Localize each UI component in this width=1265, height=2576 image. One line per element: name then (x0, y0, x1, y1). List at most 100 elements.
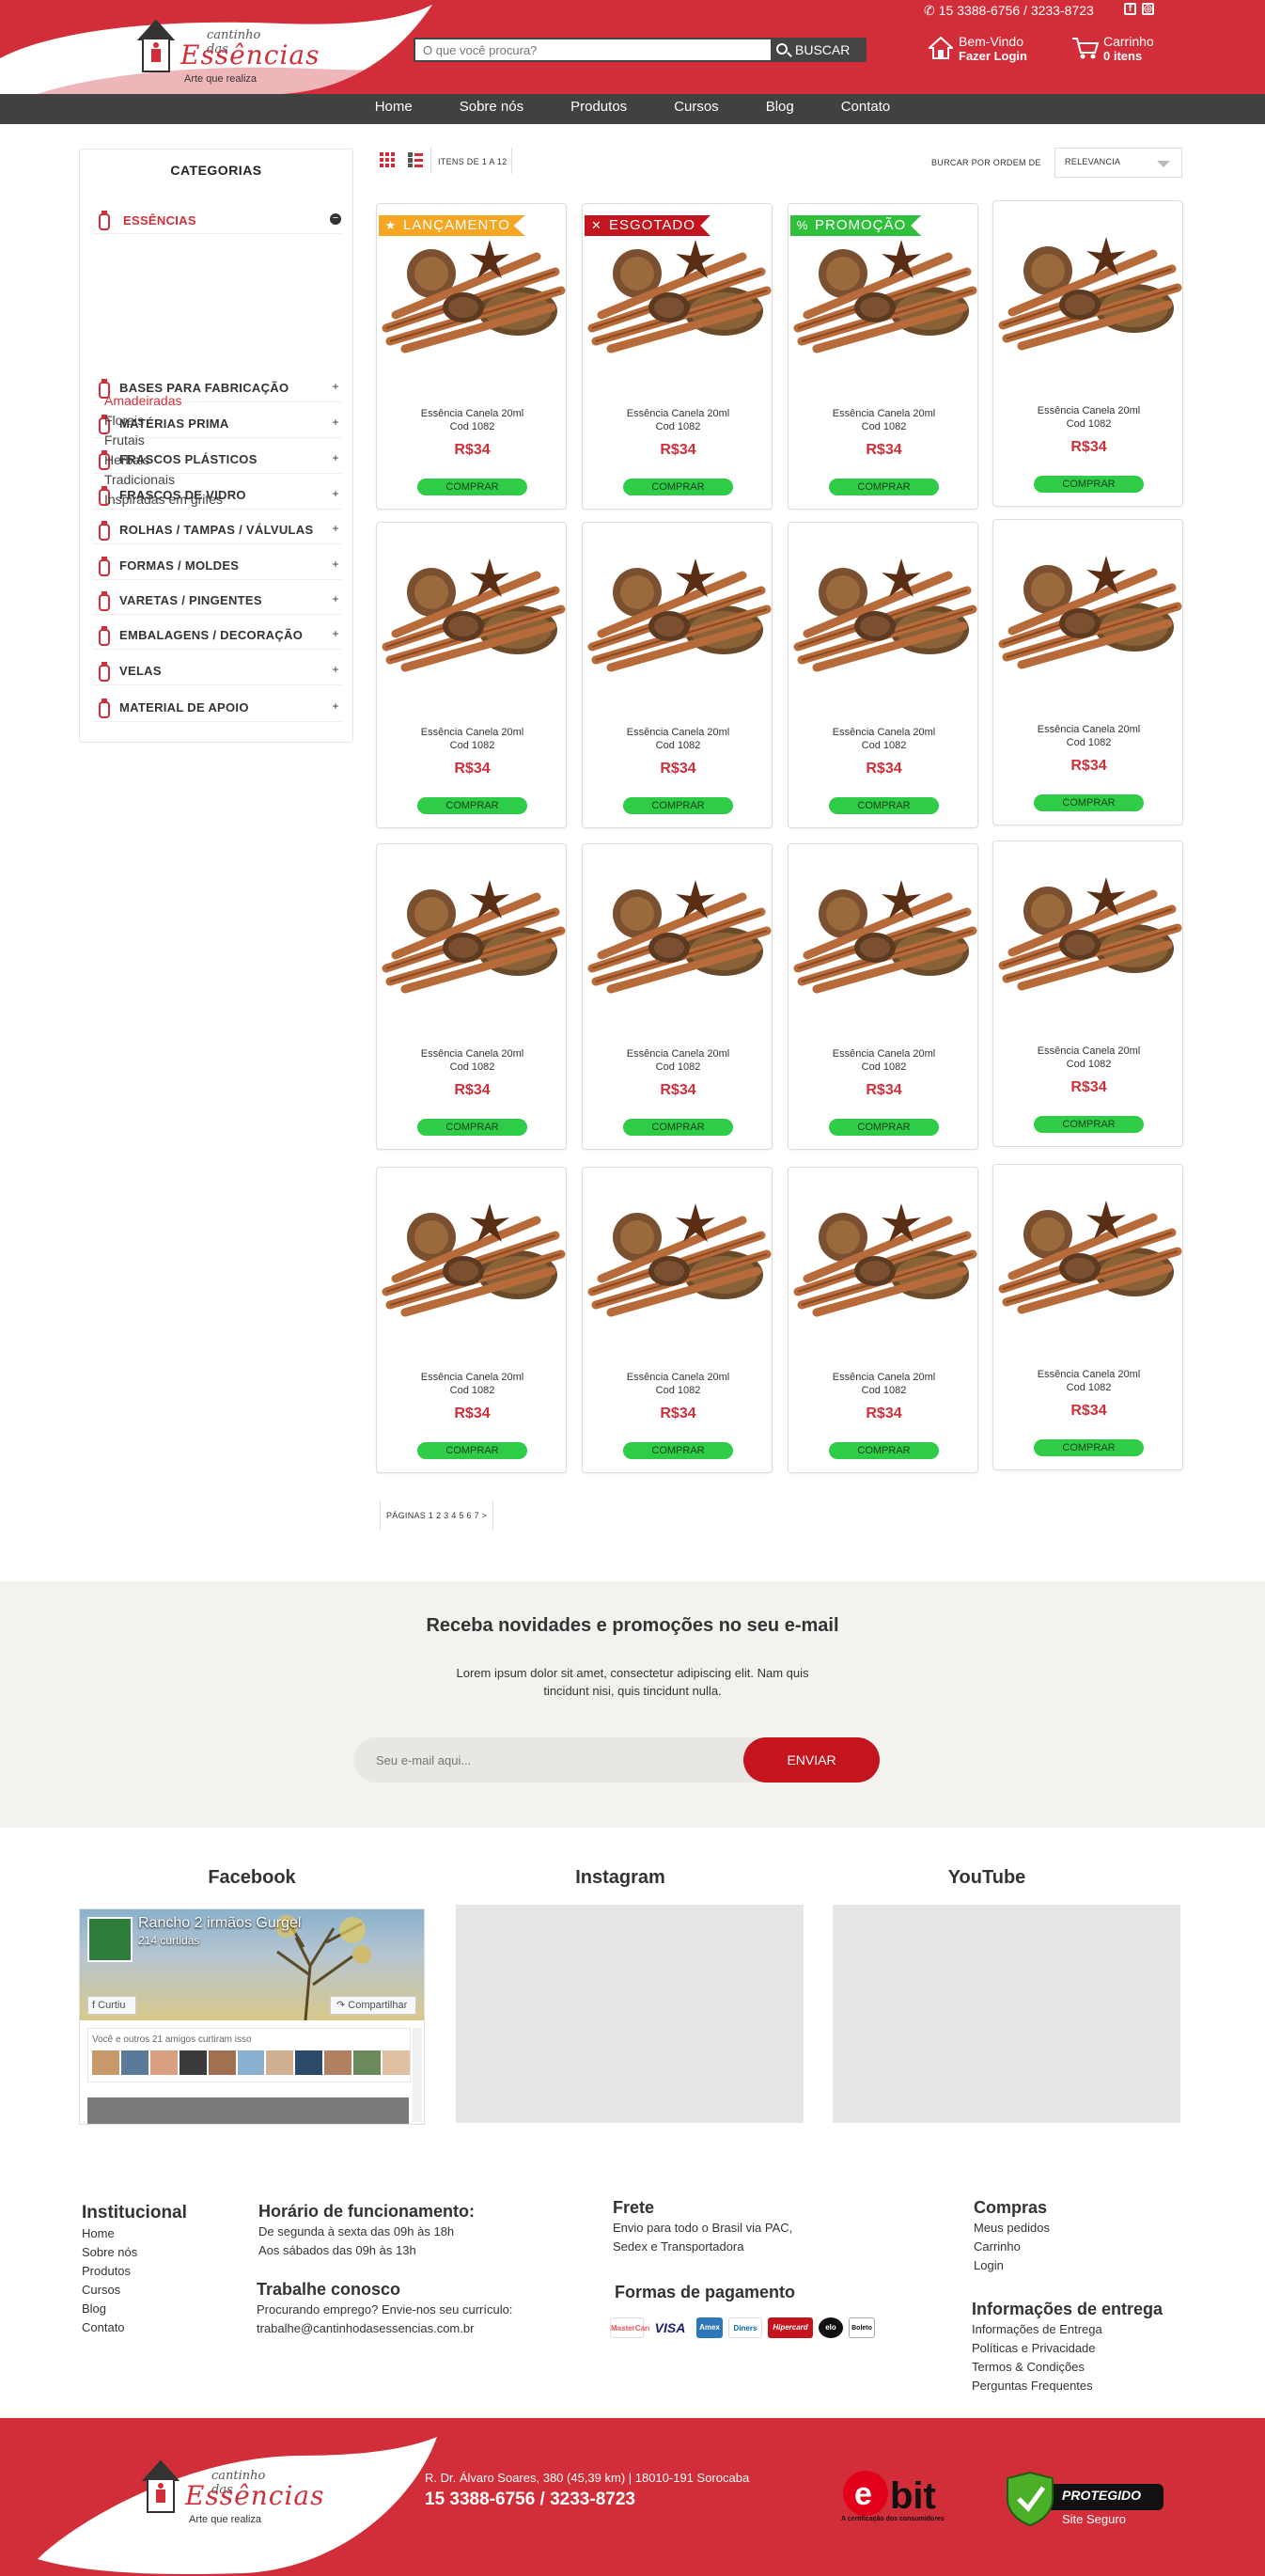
friend-avatar[interactable] (383, 2050, 410, 2075)
nav-cursos[interactable]: Cursos (650, 94, 742, 124)
product-name[interactable]: Essência Canela 20ml (993, 404, 1184, 418)
subcategory-item[interactable]: Amadeiradas (104, 391, 223, 411)
sidebar-item-7[interactable]: VARETAS / PINGENTES + (93, 583, 341, 615)
login-link[interactable]: Fazer Login (959, 49, 1027, 64)
product-image[interactable] (789, 536, 979, 677)
instagram-icon[interactable]: ◎ (1142, 3, 1154, 15)
sidebar-item-6[interactable]: FORMAS / MOLDES + (93, 548, 341, 580)
nav-contato[interactable]: Contato (818, 94, 914, 124)
search-button[interactable]: BUSCAR (771, 39, 865, 60)
sidebar-item-9[interactable]: VELAS + (93, 653, 341, 685)
buy-button[interactable]: COMPRAR (417, 1119, 527, 1136)
product-image[interactable] (789, 217, 979, 358)
product-name[interactable]: Essência Canela 20ml (789, 407, 979, 421)
trabalhe-email[interactable]: trabalhe@cantinhodasessencias.com.br (257, 2319, 512, 2338)
footer-link[interactable]: Perguntas Frequentes (972, 2377, 1163, 2395)
friend-avatar[interactable] (149, 2050, 178, 2075)
product-name[interactable]: Essência Canela 20ml (789, 1371, 979, 1385)
product-name[interactable]: Essência Canela 20ml (583, 407, 773, 421)
friend-avatar[interactable] (237, 2050, 265, 2075)
product-image[interactable] (993, 533, 1184, 674)
sidebar-item-0[interactable]: ESSÊNCIAS − (93, 202, 341, 234)
facebook-share-button[interactable]: ↷ Compartilhar (330, 1996, 416, 2015)
footer-link[interactable]: Carrinho (974, 2238, 1050, 2256)
buy-button[interactable]: COMPRAR (417, 479, 527, 495)
subcategory-item[interactable]: Herbais (104, 450, 223, 470)
product-card[interactable]: Essência Canela 20ml Cod 1082 R$34 COMPRAR (376, 522, 567, 828)
subcategory-item[interactable]: Florais (104, 411, 223, 431)
product-image[interactable] (789, 1181, 979, 1322)
product-name[interactable]: Essência Canela 20ml (583, 726, 773, 740)
friend-avatar[interactable] (208, 2050, 236, 2075)
product-card[interactable]: Essência Canela 20ml Cod 1082 R$34 COMPRAR (582, 1167, 773, 1473)
product-image[interactable] (993, 855, 1184, 996)
buy-button[interactable]: COMPRAR (829, 797, 939, 814)
friend-avatar[interactable] (92, 2050, 119, 2075)
friend-avatar[interactable] (353, 2050, 382, 2075)
friend-avatar[interactable] (324, 2050, 352, 2075)
product-name[interactable]: Essência Canela 20ml (377, 1047, 568, 1061)
product-image[interactable] (583, 1181, 773, 1322)
product-card[interactable]: Essência Canela 20ml Cod 1082 R$34 COMPRAR ✕… (582, 203, 773, 510)
product-image[interactable] (993, 1178, 1184, 1319)
expand-icon[interactable]: + (330, 523, 341, 535)
friend-avatar[interactable] (179, 2050, 207, 2075)
footer-link[interactable]: Cursos (82, 2281, 187, 2300)
cart-link[interactable]: Carrinho 0 itens (1071, 34, 1154, 64)
send-button[interactable]: ENVIAR (743, 1737, 880, 1783)
instagram-widget[interactable] (456, 1905, 804, 2123)
product-card[interactable]: Essência Canela 20ml Cod 1082 R$34 COMPRAR (992, 200, 1183, 507)
footer-link[interactable]: Políticas e Privacidade (972, 2339, 1163, 2358)
expand-icon[interactable]: + (330, 628, 341, 640)
product-card[interactable]: Essência Canela 20ml Cod 1082 R$34 COMPRAR%… (788, 203, 978, 510)
buy-button[interactable]: COMPRAR (829, 1119, 939, 1136)
buy-button[interactable]: COMPRAR (417, 1442, 527, 1459)
nav-produtos[interactable]: Produtos (547, 94, 650, 124)
facebook-icon[interactable]: f (1124, 3, 1136, 15)
collapse-icon[interactable]: − (330, 213, 341, 225)
subcategory-item[interactable]: Inspiradas em grifes (104, 490, 223, 510)
protected-seal[interactable]: PROTEGIDO Site Seguro (1006, 2467, 1165, 2529)
expand-icon[interactable]: + (330, 452, 341, 464)
list-view-icon[interactable] (408, 152, 423, 167)
product-image[interactable] (377, 217, 568, 358)
friend-avatar[interactable] (120, 2050, 148, 2075)
footer-link[interactable]: Login (974, 2256, 1050, 2275)
product-image[interactable] (377, 857, 568, 998)
product-card[interactable]: Essência Canela 20ml Cod 1082 R$34 COMPRAR (788, 1167, 978, 1473)
nav-sobre[interactable]: Sobre nós (436, 94, 547, 124)
expand-icon[interactable]: + (330, 381, 341, 393)
facebook-scrollbar[interactable] (413, 2028, 422, 2122)
product-card[interactable]: Essência Canela 20ml Cod 1082 R$34 COMPRAR (992, 840, 1183, 1147)
friend-avatar[interactable] (295, 2050, 323, 2075)
buy-button[interactable]: COMPRAR (417, 797, 527, 814)
search-input[interactable] (415, 39, 773, 60)
footer-link[interactable]: Produtos (82, 2262, 187, 2281)
user-login[interactable]: Bem-Vindo Fazer Login (929, 34, 1027, 64)
product-name[interactable]: Essência Canela 20ml (789, 726, 979, 740)
footer-link[interactable]: Termos & Condições (972, 2358, 1163, 2377)
product-image[interactable] (377, 1181, 568, 1322)
expand-icon[interactable]: + (330, 664, 341, 676)
expand-icon[interactable]: + (330, 593, 341, 605)
site-logo[interactable]: cantinho das Essências Arte que realiza (132, 17, 319, 85)
facebook-page-name[interactable]: Rancho 2 irmãos Gurgel (138, 1915, 301, 1932)
sort-select[interactable]: RELEVANCIA (1054, 148, 1182, 178)
product-image[interactable] (583, 217, 773, 358)
grid-view-icon[interactable] (380, 152, 395, 167)
buy-button[interactable]: COMPRAR (623, 1119, 733, 1136)
buy-button[interactable]: COMPRAR (623, 479, 733, 495)
buy-button[interactable]: COMPRAR (1034, 476, 1144, 493)
footer-logo[interactable]: cantinho das Essências Arte que realiza (136, 2458, 323, 2525)
sidebar-item-10[interactable]: MATERIAL DE APOIO + (93, 690, 341, 722)
product-name[interactable]: Essência Canela 20ml (993, 1368, 1184, 1382)
product-name[interactable]: Essência Canela 20ml (583, 1371, 773, 1385)
friend-avatar[interactable] (266, 2050, 294, 2075)
email-field[interactable] (353, 1737, 729, 1783)
product-name[interactable]: Essência Canela 20ml (377, 407, 568, 421)
subcategory-item[interactable]: Frutais (104, 431, 223, 450)
pagination[interactable]: PÁGINAS 1 2 3 4 5 6 7 > (380, 1500, 494, 1531)
footer-link[interactable]: Home (82, 2224, 187, 2243)
expand-icon[interactable]: + (330, 700, 341, 713)
product-image[interactable] (789, 857, 979, 998)
